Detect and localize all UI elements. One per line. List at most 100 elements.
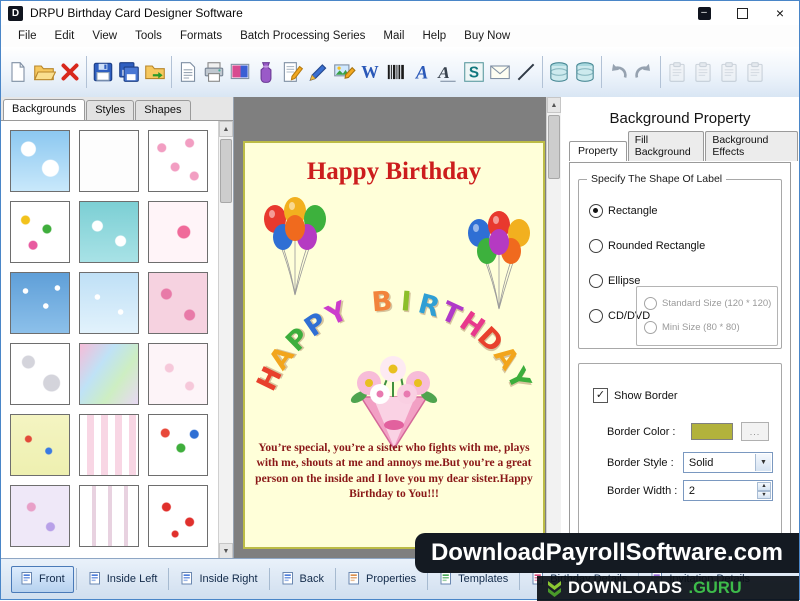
spin-down-icon[interactable]: ▼ [757,491,771,500]
tab-shapes[interactable]: Shapes [135,100,190,120]
bg-faint-hearts[interactable] [148,343,208,405]
scrollbar-track[interactable] [219,137,233,543]
line-tool-icon[interactable] [513,57,539,87]
scroll-down-icon[interactable]: ▼ [219,543,233,559]
note-icon[interactable] [279,57,305,87]
open-icon[interactable] [31,57,57,87]
radio-circle [589,274,603,288]
border-width-value: 2 [689,485,695,497]
tab-inside-right[interactable]: Inside Right [171,566,266,593]
bg-sky-clouds[interactable] [10,130,70,192]
bg-pastel-tiedye[interactable] [79,343,139,405]
scroll-up-icon[interactable]: ▲ [547,97,561,113]
show-border-checkbox[interactable]: ✓ [593,388,608,403]
bg-snowflakes[interactable] [79,272,139,334]
menu-help[interactable]: Help [414,27,456,45]
menu-buy-now[interactable]: Buy Now [455,27,519,45]
close-button[interactable]: × [761,1,799,25]
bg-stripes-hearts[interactable] [79,414,139,476]
bg-pink-roses[interactable] [148,272,208,334]
insert-image-icon[interactable] [227,57,253,87]
radio-ellipse[interactable]: Ellipse [589,274,640,288]
radio-circle [589,204,603,218]
bg-red-hearts[interactable] [148,485,208,547]
font-icon[interactable]: A [409,57,435,87]
tab-back[interactable]: Back [272,566,333,593]
app-logo-icon: D [8,6,23,21]
mail-merge-icon[interactable] [487,57,513,87]
border-color-browse-button[interactable]: ... [741,422,769,441]
tab-styles[interactable]: Styles [86,100,134,120]
chevron-down-icon[interactable]: ▼ [755,454,771,471]
workspace-scrollbar[interactable]: ▲ ▼ [546,97,561,559]
save-all-icon[interactable] [116,57,142,87]
window-controls: – × [685,1,799,25]
tab-properties[interactable]: Properties [338,566,425,593]
style-icon[interactable]: S [461,57,487,87]
bg-pink-bird[interactable] [148,201,208,263]
minimize-button[interactable]: – [685,1,723,25]
menu-batch-processing-series[interactable]: Batch Processing Series [231,27,374,45]
tab-separator [269,568,270,590]
svg-text:A: A [415,63,428,84]
tab-separator [335,568,336,590]
redo-icon[interactable] [631,57,657,87]
page-setup-icon[interactable] [175,57,201,87]
bg-pastel-floral[interactable] [10,485,70,547]
show-border-option[interactable]: ✓ Show Border [593,388,678,403]
bg-daisies[interactable] [10,201,70,263]
edit-image-icon[interactable] [331,57,357,87]
radio-rounded-rectangle[interactable]: Rounded Rectangle [589,239,705,253]
save-icon[interactable] [90,57,116,87]
menu-edit[interactable]: Edit [46,27,84,45]
pen-tool-icon[interactable] [305,57,331,87]
left-panel-scrollbar[interactable]: ▲ ▼ [218,121,233,559]
scrollbar-thumb[interactable] [220,139,232,203]
tab-fill-background[interactable]: Fill Background [628,131,705,161]
card-canvas[interactable]: Happy Birthday [234,97,546,559]
scroll-up-icon[interactable]: ▲ [219,121,233,137]
menu-file[interactable]: File [9,27,46,45]
scrollbar-thumb[interactable] [548,115,560,179]
bg-bubbles[interactable] [10,343,70,405]
bg-teal-bunnies[interactable] [79,201,139,263]
bg-pink-flowers[interactable] [148,130,208,192]
barcode-icon[interactable] [383,57,409,87]
border-color-swatch[interactable] [691,423,733,440]
undo-icon[interactable] [605,57,631,87]
border-width-spinner[interactable]: 2 ▲ ▼ [683,480,773,501]
bg-blue-stars[interactable] [10,272,70,334]
bg-flower-garlands[interactable] [79,485,139,547]
tab-property[interactable]: Property [569,141,627,161]
database-browse-icon[interactable] [572,57,598,87]
menu-tools[interactable]: Tools [126,27,171,45]
wordart-icon[interactable]: W [357,57,383,87]
border-style-dropdown[interactable]: Solid ▼ [683,452,773,473]
scrollbar-track[interactable] [547,113,561,543]
maximize-button[interactable] [723,1,761,25]
spin-up-icon[interactable]: ▲ [757,482,771,491]
radio-label: Standard Size (120 * 120) [662,298,771,309]
radio-rectangle[interactable]: Rectangle [589,204,658,218]
menu-view[interactable]: View [83,27,126,45]
bg-birthday-text[interactable] [10,414,70,476]
clipart-icon[interactable] [253,57,279,87]
delete-icon [742,57,768,87]
skew-text-icon[interactable]: A [435,57,461,87]
menu-formats[interactable]: Formats [171,27,231,45]
export-icon[interactable] [142,57,168,87]
tab-backgrounds[interactable]: Backgrounds [3,99,85,120]
arc-letter: A [487,341,524,376]
menu-mail[interactable]: Mail [374,27,413,45]
card-preview[interactable]: Happy Birthday [243,141,545,549]
tab-background-effects[interactable]: Background Effects [705,131,798,161]
new-document-icon[interactable] [5,57,31,87]
radio-label: Mini Size (80 * 80) [662,322,740,333]
database-icon[interactable] [546,57,572,87]
print-icon[interactable] [201,57,227,87]
tab-front[interactable]: Front [11,566,74,593]
bg-plain-white[interactable] [79,130,139,192]
close-file-icon[interactable] [57,57,83,87]
tab-inside-left[interactable]: Inside Left [79,566,167,593]
bg-balloons[interactable] [148,414,208,476]
